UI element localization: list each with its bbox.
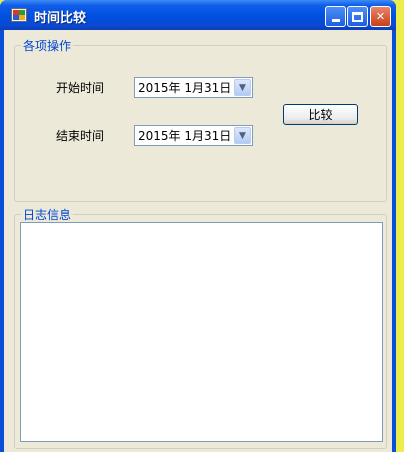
client-area: 各项操作 开始时间 2015年 1月31日 ▼ 结束时间 2015年 1月31日… bbox=[4, 30, 392, 452]
minimize-button[interactable] bbox=[325, 6, 346, 27]
window-title: 时间比较 bbox=[34, 11, 87, 26]
chevron-down-icon[interactable]: ▼ bbox=[234, 79, 251, 96]
close-button[interactable]: ✕ bbox=[370, 6, 391, 27]
app-window: 时间比较 ✕ 各项操作 开始时间 2015年 1月31日 ▼ 结束时间 2015… bbox=[0, 0, 396, 452]
end-time-datepicker[interactable]: 2015年 1月31日 ▼ bbox=[134, 125, 253, 146]
start-time-value: 2015年 1月31日 bbox=[138, 81, 232, 95]
minimize-icon bbox=[331, 19, 340, 22]
log-legend: 日志信息 bbox=[21, 206, 74, 223]
maximize-icon bbox=[352, 11, 363, 22]
start-time-datepicker[interactable]: 2015年 1月31日 ▼ bbox=[134, 77, 253, 98]
close-icon: ✕ bbox=[375, 10, 386, 23]
log-textarea[interactable] bbox=[20, 222, 383, 442]
end-time-label: 结束时间 bbox=[56, 129, 105, 143]
maximize-button[interactable] bbox=[347, 6, 368, 27]
title-bar[interactable]: 时间比较 ✕ bbox=[0, 0, 396, 30]
app-icon[interactable] bbox=[11, 8, 27, 22]
operations-legend: 各项操作 bbox=[21, 37, 74, 54]
start-time-label: 开始时间 bbox=[56, 81, 105, 95]
end-time-value: 2015年 1月31日 bbox=[138, 129, 232, 143]
chevron-down-icon[interactable]: ▼ bbox=[234, 127, 251, 144]
compare-button[interactable]: 比较 bbox=[283, 104, 358, 125]
